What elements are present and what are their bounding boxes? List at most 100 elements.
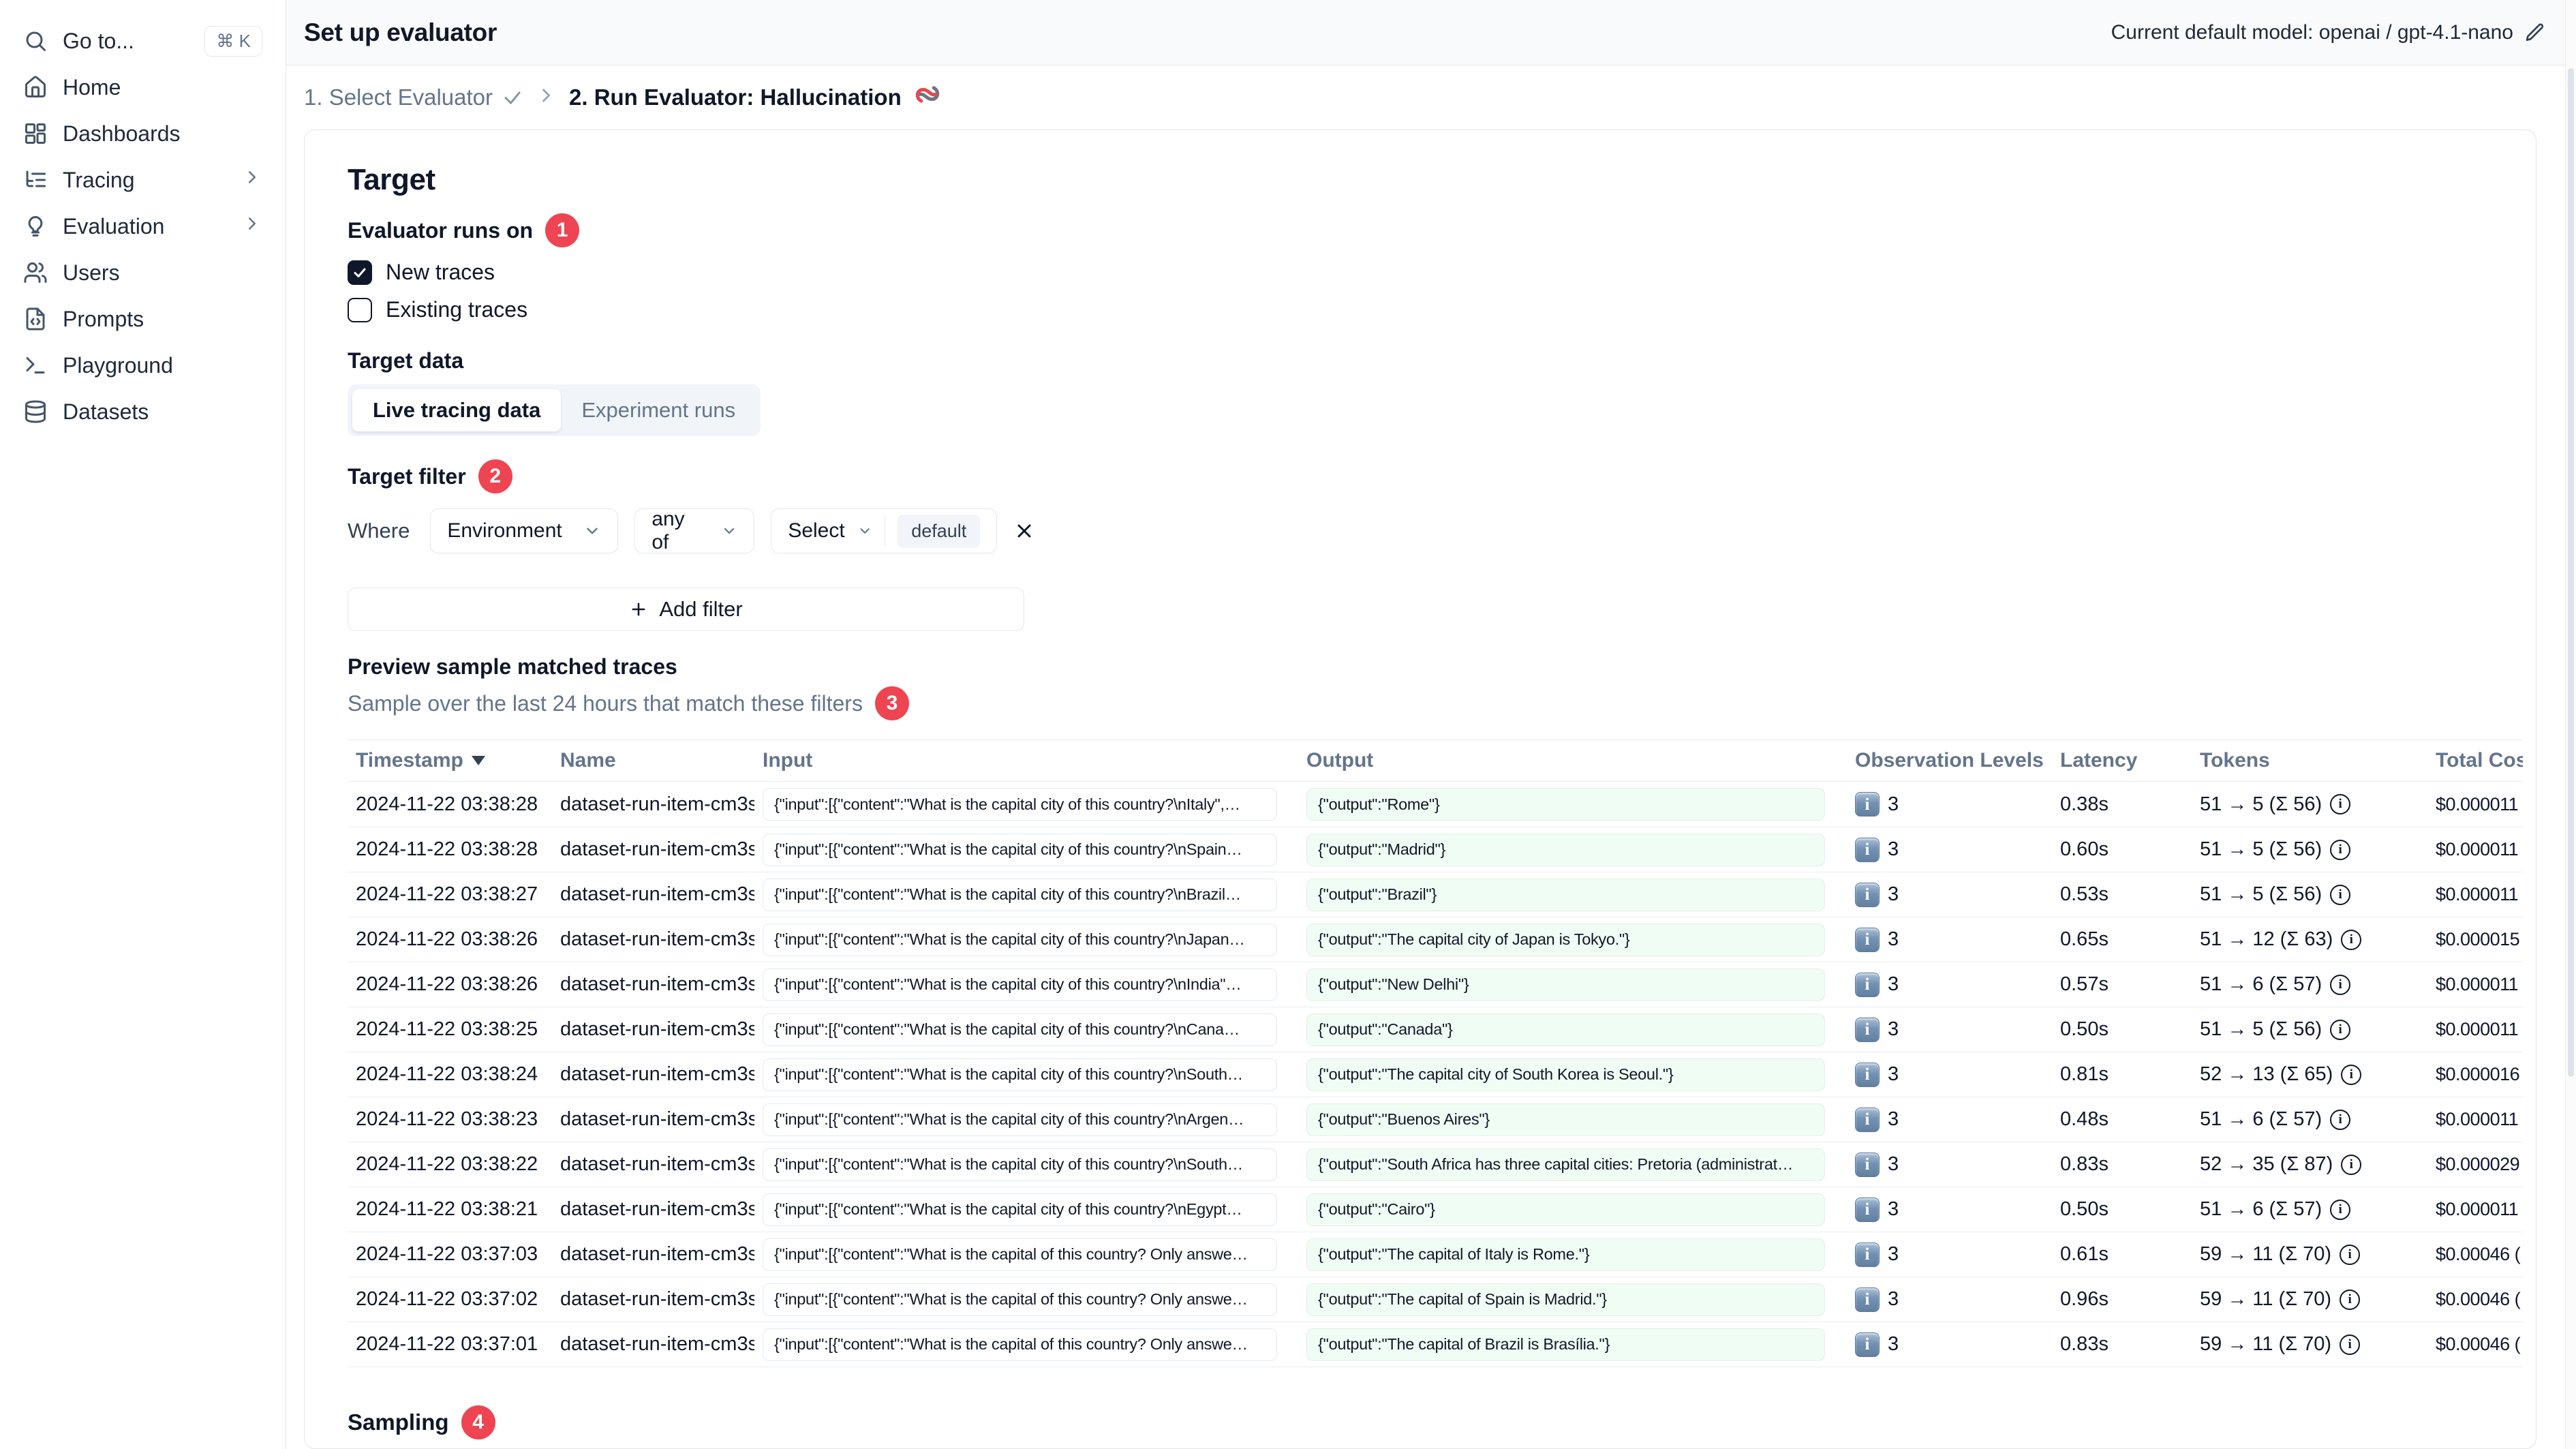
table-row[interactable]: 2024-11-22 03:38:22 dataset-run-item-cm3… <box>348 1142 2523 1187</box>
input-json-box[interactable]: {"input":[{"content":"What is the capita… <box>763 878 1277 911</box>
cell-timestamp: 2024-11-22 03:38:27 <box>356 883 538 905</box>
output-json-box[interactable]: {"output":"The capital of Spain is Madri… <box>1306 1283 1826 1316</box>
table-row[interactable]: 2024-11-22 03:37:03 dataset-run-item-cm3… <box>348 1232 2523 1277</box>
output-json-box[interactable]: {"output":"New Delhi"} <box>1306 968 1826 1001</box>
plus-icon <box>632 603 645 616</box>
column-header-tokens[interactable]: Tokens <box>2192 749 2427 772</box>
sidebar-item-prompts[interactable]: Prompts <box>11 296 275 342</box>
cell-latency: 0.65s <box>2060 928 2109 950</box>
chevron-down-icon <box>860 528 870 534</box>
column-header-latency[interactable]: Latency <box>2052 749 2192 772</box>
input-json-box[interactable]: {"input":[{"content":"What is the capita… <box>763 1283 1277 1316</box>
info-circle-icon[interactable]: i <box>2330 839 2351 860</box>
column-header-total-cost[interactable]: Total Cost <box>2427 749 2523 772</box>
sidebar-item-datasets[interactable]: Datasets <box>11 388 275 435</box>
output-json-box[interactable]: {"output":"Brazil"} <box>1306 878 1826 911</box>
sidebar-item-dashboards[interactable]: Dashboards <box>11 110 275 157</box>
existing-traces-checkbox[interactable] <box>348 297 372 322</box>
chevron-right-icon <box>242 213 262 239</box>
info-circle-icon[interactable]: i <box>2330 1199 2351 1220</box>
scrollbar-thumb[interactable] <box>2568 68 2574 1077</box>
column-header-output[interactable]: Output <box>1298 749 1847 772</box>
column-header-observation-levels[interactable]: Observation Levels <box>1847 749 2052 772</box>
table-row[interactable]: 2024-11-22 03:38:24 dataset-run-item-cm3… <box>348 1052 2523 1097</box>
filter-value-select[interactable]: Select default <box>771 508 998 553</box>
info-circle-icon[interactable]: i <box>2341 1064 2362 1085</box>
cell-output: {"output":"Cairo"} <box>1298 1193 1847 1226</box>
input-json-box[interactable]: {"input":[{"content":"What is the capita… <box>763 1013 1277 1046</box>
checkbox-row-new-traces: New traces <box>348 260 2519 285</box>
tab-live-tracing-data[interactable]: Live tracing data <box>352 389 562 431</box>
table-row[interactable]: 2024-11-22 03:38:28 dataset-run-item-cm3… <box>348 827 2523 872</box>
add-filter-button[interactable]: Add filter <box>348 588 1024 631</box>
table-row[interactable]: 2024-11-22 03:38:23 dataset-run-item-cm3… <box>348 1097 2523 1142</box>
cell-timestamp: 2024-11-22 03:38:26 <box>356 928 538 950</box>
window-scrollbar[interactable] <box>2565 0 2576 1449</box>
info-circle-icon[interactable]: i <box>2340 1334 2361 1355</box>
filter-column-select[interactable]: Environment <box>430 508 619 553</box>
info-circle-icon[interactable]: i <box>2340 1244 2361 1265</box>
sidebar-item-label: Datasets <box>63 399 149 424</box>
cell-observation-levels: i3 <box>1847 792 2052 817</box>
remove-filter-button[interactable] <box>1013 520 1035 542</box>
step-select-evaluator[interactable]: 1. Select Evaluator <box>304 85 523 110</box>
sidebar-item-home[interactable]: Home <box>11 64 275 110</box>
output-json-box[interactable]: {"output":"Canada"} <box>1306 1013 1826 1046</box>
input-json-box[interactable]: {"input":[{"content":"What is the capita… <box>763 833 1277 866</box>
edit-pencil-icon[interactable] <box>2524 22 2546 44</box>
output-json-box[interactable]: {"output":"The capital city of South Kor… <box>1306 1058 1826 1091</box>
info-circle-icon[interactable]: i <box>2330 884 2351 905</box>
info-circle-icon[interactable]: i <box>2330 974 2351 995</box>
cell-output: {"output":"New Delhi"} <box>1298 968 1847 1001</box>
input-json-box[interactable]: {"input":[{"content":"What is the capita… <box>763 1103 1277 1136</box>
cell-timestamp: 2024-11-22 03:38:22 <box>356 1153 538 1175</box>
column-header-input[interactable]: Input <box>754 749 1298 772</box>
output-json-box[interactable]: {"output":"Cairo"} <box>1306 1193 1826 1226</box>
input-json-box[interactable]: {"input":[{"content":"What is the capita… <box>763 1328 1277 1361</box>
sidebar-item-evaluation[interactable]: Evaluation <box>11 203 275 249</box>
table-row[interactable]: 2024-11-22 03:38:21 dataset-run-item-cm3… <box>348 1187 2523 1232</box>
table-row[interactable]: 2024-11-22 03:38:26 dataset-run-item-cm3… <box>348 962 2523 1007</box>
input-json-box[interactable]: {"input":[{"content":"What is the capita… <box>763 1238 1277 1271</box>
tab-experiment-runs[interactable]: Experiment runs <box>561 389 756 431</box>
output-json-box[interactable]: {"output":"The capital of Brazil is Bras… <box>1306 1328 1826 1361</box>
table-row[interactable]: 2024-11-22 03:37:01 dataset-run-item-cm3… <box>348 1322 2523 1367</box>
table-row[interactable]: 2024-11-22 03:38:25 dataset-run-item-cm3… <box>348 1007 2523 1052</box>
input-json-box[interactable]: {"input":[{"content":"What is the capita… <box>763 1193 1277 1226</box>
table-row[interactable]: 2024-11-22 03:38:26 dataset-run-item-cm3… <box>348 917 2523 962</box>
output-json-box[interactable]: {"output":"South Africa has three capita… <box>1306 1148 1826 1181</box>
filter-operator-select[interactable]: any of <box>634 508 755 553</box>
sidebar-item-tracing[interactable]: Tracing <box>11 157 275 203</box>
column-header-name[interactable]: Name <box>552 749 754 772</box>
output-json-box[interactable]: {"output":"The capital city of Japan is … <box>1306 923 1826 956</box>
input-json-box[interactable]: {"input":[{"content":"What is the capita… <box>763 788 1277 821</box>
info-circle-icon[interactable]: i <box>2340 1289 2361 1310</box>
info-circle-icon[interactable]: i <box>2341 1154 2362 1175</box>
info-circle-icon[interactable]: i <box>2330 1109 2351 1130</box>
output-json-box[interactable]: {"output":"Madrid"} <box>1306 833 1826 866</box>
input-json-box[interactable]: {"input":[{"content":"What is the capita… <box>763 968 1277 1001</box>
info-square-icon: i <box>1855 882 1880 907</box>
checkbox-row-existing-traces: Existing traces <box>348 297 2519 322</box>
table-row[interactable]: 2024-11-22 03:37:02 dataset-run-item-cm3… <box>348 1277 2523 1322</box>
info-circle-icon[interactable]: i <box>2330 1019 2351 1040</box>
goto-search[interactable]: Go to... ⌘ K <box>11 18 275 64</box>
info-square-icon: i <box>1855 837 1880 862</box>
input-json-box[interactable]: {"input":[{"content":"What is the capita… <box>763 1058 1277 1091</box>
output-json-box[interactable]: {"output":"Rome"} <box>1306 788 1826 821</box>
info-circle-icon[interactable]: i <box>2330 794 2351 814</box>
sidebar-item-playground[interactable]: Playground <box>11 342 275 388</box>
new-traces-checkbox[interactable] <box>348 260 372 285</box>
cell-output: {"output":"The capital of Italy is Rome.… <box>1298 1238 1847 1271</box>
sidebar-item-users[interactable]: Users <box>11 249 275 296</box>
info-circle-icon[interactable]: i <box>2341 929 2362 950</box>
input-json-box[interactable]: {"input":[{"content":"What is the capita… <box>763 923 1277 956</box>
input-json-box[interactable]: {"input":[{"content":"What is the capita… <box>763 1148 1277 1181</box>
table-row[interactable]: 2024-11-22 03:38:27 dataset-run-item-cm3… <box>348 872 2523 917</box>
output-json-box[interactable]: {"output":"Buenos Aires"} <box>1306 1103 1826 1136</box>
column-header-timestamp[interactable]: Timestamp <box>348 749 552 772</box>
output-json-box[interactable]: {"output":"The capital of Italy is Rome.… <box>1306 1238 1826 1271</box>
chevron-down-icon <box>724 528 735 534</box>
cell-latency: 0.81s <box>2060 1063 2109 1085</box>
table-row[interactable]: 2024-11-22 03:38:28 dataset-run-item-cm3… <box>348 782 2523 827</box>
